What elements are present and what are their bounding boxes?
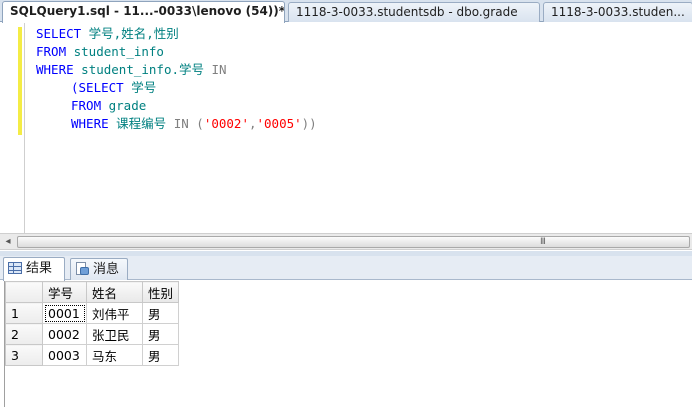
- tab-messages[interactable]: 消息: [70, 258, 128, 280]
- cell-gender[interactable]: 男: [141, 323, 180, 345]
- table-row: 1 0001 刘伟平 男: [5, 302, 180, 324]
- where-column: student_info.学号: [73, 62, 204, 77]
- row-number[interactable]: 1: [5, 302, 43, 324]
- cell-name[interactable]: 刘伟平: [86, 302, 143, 324]
- table-grade: grade: [101, 98, 147, 113]
- cell-gender[interactable]: 男: [141, 344, 180, 366]
- table-row: 3 0003 马东 男: [5, 344, 180, 366]
- course-id-column: 课程编号: [108, 116, 167, 131]
- code-line-5: FROM grade: [36, 97, 317, 115]
- tab-results[interactable]: 结果: [3, 257, 65, 281]
- column-header-name[interactable]: 姓名: [86, 281, 143, 303]
- change-tracking-bar: [18, 27, 22, 135]
- code-line-6: WHERE 课程编号 IN ('0002','0005')): [36, 115, 317, 133]
- table-row: 2 0002 张卫民 男: [5, 323, 180, 345]
- operator-in-open: IN (: [166, 116, 204, 131]
- code-line-4: (SELECT 学号: [36, 79, 317, 97]
- code-line-2: FROM student_info: [36, 43, 317, 61]
- comma: ,: [248, 116, 257, 131]
- subselect-column: 学号: [123, 80, 157, 95]
- operator-in: IN: [204, 62, 227, 77]
- sql-editor[interactable]: SELECT 学号,姓名,性别 FROM student_info WHERE …: [0, 23, 692, 233]
- messages-icon: [75, 261, 89, 276]
- grid-header-row: 学号 姓名 性别: [5, 281, 180, 303]
- code-line-1: SELECT 学号,姓名,性别: [36, 25, 317, 43]
- cell-gender[interactable]: 男: [141, 302, 180, 324]
- keyword-select: SELECT: [36, 26, 82, 41]
- select-columns: 学号,姓名,性别: [81, 26, 179, 41]
- editor-horizontal-scrollbar[interactable]: ◂ III: [0, 233, 692, 250]
- table-student-info: student_info: [66, 44, 164, 59]
- editor-margin-line: [24, 23, 25, 233]
- scrollbar-grip-icon: III: [540, 237, 546, 247]
- tab-sqlquery1[interactable]: SQLQuery1.sql - 11...-0033\lenovo (54))*: [2, 1, 285, 23]
- editor-gutter: [0, 23, 17, 233]
- tab-studentsdb-other[interactable]: 1118-3-0033.studen...: [543, 2, 692, 22]
- closing-parens: )): [301, 116, 317, 131]
- cell-student-id[interactable]: 0002: [42, 323, 87, 345]
- results-tab-strip: 结果 消息: [0, 256, 692, 281]
- tab-messages-label: 消息: [93, 262, 120, 277]
- scroll-left-arrow-icon[interactable]: ◂: [0, 234, 16, 250]
- cell-name[interactable]: 张卫民: [86, 323, 143, 345]
- keyword-sub-from: FROM: [71, 98, 102, 113]
- tab-studentsdb-grade[interactable]: 1118-3-0033.studentsdb - dbo.grade: [288, 2, 540, 22]
- row-number[interactable]: 3: [5, 344, 43, 366]
- sql-code[interactable]: SELECT 学号,姓名,性别 FROM student_info WHERE …: [36, 25, 317, 133]
- cell-name[interactable]: 马东: [86, 344, 143, 366]
- results-grid-area: 学号 姓名 性别 1 0001 刘伟平 男 2 0002 张卫民 男 3 000…: [0, 281, 692, 407]
- tab-results-label: 结果: [26, 261, 53, 276]
- results-grid[interactable]: 学号 姓名 性别 1 0001 刘伟平 男 2 0002 张卫民 男 3 000…: [5, 281, 180, 366]
- column-header-gender[interactable]: 性别: [141, 281, 180, 303]
- row-number[interactable]: 2: [5, 323, 43, 345]
- keyword-where: WHERE: [36, 62, 74, 77]
- cell-student-id[interactable]: 0003: [42, 344, 87, 366]
- grid-corner-cell[interactable]: [5, 281, 43, 303]
- column-header-student-id[interactable]: 学号: [42, 281, 87, 303]
- keyword-from: FROM: [36, 44, 67, 59]
- scrollbar-thumb[interactable]: III: [17, 236, 690, 248]
- string-0002: '0002': [203, 116, 249, 131]
- results-grid-icon: [8, 261, 22, 274]
- keyword-subselect: (SELECT: [71, 80, 124, 95]
- document-tab-strip: SQLQuery1.sql - 11...-0033\lenovo (54))*…: [0, 0, 692, 23]
- keyword-sub-where: WHERE: [71, 116, 109, 131]
- code-line-3: WHERE student_info.学号 IN: [36, 61, 317, 79]
- cell-student-id[interactable]: 0001: [42, 302, 87, 324]
- string-0005: '0005': [256, 116, 302, 131]
